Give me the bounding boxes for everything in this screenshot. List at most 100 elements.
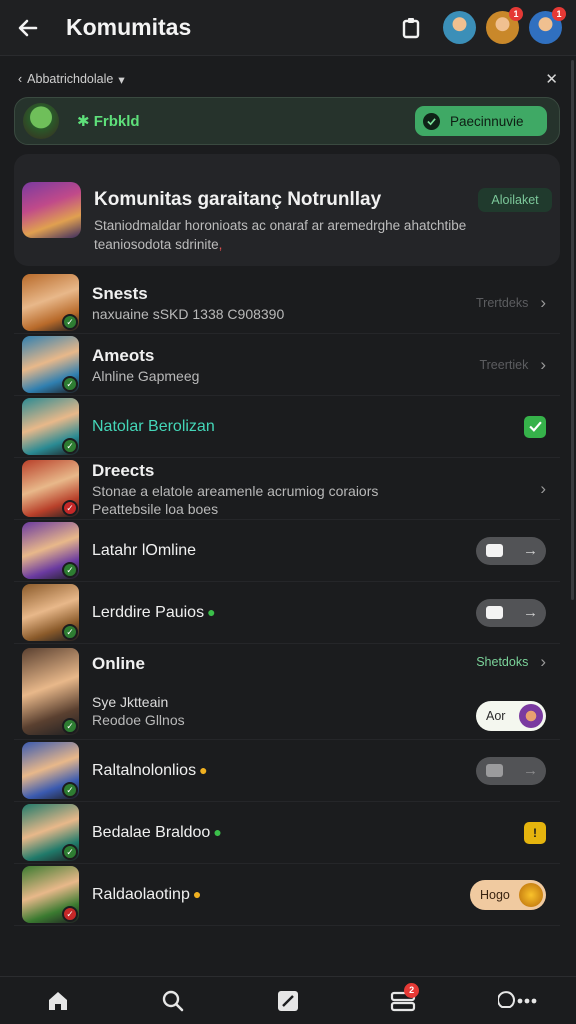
status-dot-icon: ✓ [62,906,78,922]
list-item[interactable]: ✓ Bedalae Braldoo ●! [14,802,560,864]
list-item-subtitle-2: Reodoe Gllnos [92,712,185,728]
list-item-text: Snests naxuaine sSKD 1338 C908390 [92,284,284,322]
checkbox[interactable] [524,415,546,438]
list-item[interactable]: ✓ Ameots Alnline Gapmeeg Treertiek › [14,334,560,396]
list-item-name: Raldaolaotinp ● [92,885,202,903]
nav-inbox[interactable]: 2 [379,979,427,1023]
top-actions: 1 1 [395,7,576,44]
list-item-name: Lerddire Pauios ● [92,603,216,621]
avatar-2[interactable]: 1 [486,7,523,44]
check-circle-icon [423,112,440,130]
nav-edit[interactable] [264,979,312,1023]
avatar: ✓ [22,866,79,923]
top-bar: Komumitas 1 1 [0,0,576,56]
status-dot-icon: ✓ [62,376,78,392]
filter-label: Abbatrichdolale [27,72,114,86]
avatar: ✓ [22,584,79,641]
avatar-1[interactable] [443,11,476,44]
chevron-right-icon[interactable]: › [540,479,546,499]
status-dot-icon: ✓ [62,844,78,860]
list-item[interactable]: ✓ Lerddire Pauios ● → [14,582,560,644]
toggle-switch[interactable]: → [476,756,546,785]
inbox-badge: 2 [404,982,420,998]
list-item-name: Raltalnolonlios ● [92,761,208,779]
list-item[interactable]: ✓ Dreects Stonae a elatole areamenle acrum… [14,458,560,520]
emoji-icon: ● [199,761,208,778]
chevron-right-icon[interactable]: › [540,293,546,313]
list-item-actions: › [540,479,546,499]
list-item-subtitle: naxuaine sSKD 1338 C908390 [92,305,285,322]
list-item-meta: Treertiek [479,357,529,372]
chevron-right-icon[interactable]: › [540,355,546,375]
reward-chip[interactable]: Hogo [470,879,546,910]
close-icon[interactable]: ✕ [545,70,558,88]
status-icon: ● [207,603,216,620]
nav-home[interactable] [34,979,82,1023]
list-item[interactable]: ✓ Online Sye Jktteain Reodoe Gllnos Shetdoks… [14,644,560,740]
list-item[interactable]: ✓ Raltalnolonlios ● → [14,740,560,802]
list-item-text: Raldaolaotinp ● [92,886,201,904]
user-chip-label: Aor [486,708,506,723]
coin-icon [519,882,543,907]
avatar-3[interactable]: 1 [529,7,566,44]
list-item-subtitle: Alnline Gapmeeg [92,367,200,384]
community-description-2: teaniosodota sdrinite, [94,237,223,252]
list-item[interactable]: ✓ Latahr lOmline → [14,520,560,582]
caret-down-icon: ▾ [118,72,125,87]
list-item-subtitle-2: Peattebsile loa boes [92,500,219,517]
edit-icon [277,990,298,1011]
list-item-text: Online Sye Jktteain Reodoe Gllnos [92,654,185,728]
clipboard-icon [402,17,420,38]
list-item-actions: Trertdeks › [476,293,546,313]
status-dot-icon: ✓ [62,624,78,640]
list-item[interactable]: ✓ Natolar Berolizan [14,396,560,458]
nav-more[interactable] [494,979,542,1023]
gamepad-icon [486,544,503,557]
clipboard-button[interactable] [395,12,427,44]
emoji-icon: ● [192,885,202,902]
list-item-text: Natolar Berolizan [92,418,215,436]
list-item-meta: Shetdoks [476,655,529,670]
chevron-right-icon[interactable]: › [540,652,546,672]
active-status-button[interactable]: Paecinnuvie [415,106,547,136]
status-dot-icon: ✓ [62,562,78,578]
list-item-name: Latahr lOmline [92,541,197,559]
list-item-name: Bedalae Braldoo ● [92,823,222,841]
community-description: Staniodmaldar horonioats ac onaraf ar ar… [94,218,467,233]
arrow-right-icon: → [523,762,538,779]
avatar: ✓ [22,522,79,579]
list-item-name: Online [92,654,145,673]
avatar [519,703,543,728]
notification-badge: 1 [509,7,523,21]
list-item-actions: ! [524,821,546,844]
status-dot-icon: ✓ [62,438,78,454]
more-icon [498,990,537,1008]
list-item-subtitle: Stonae a elatole areamenle acrumiog cora… [92,482,379,499]
gamepad-icon [486,606,503,619]
nav-search[interactable] [149,979,197,1023]
warning-icon[interactable]: ! [524,821,546,844]
scrollbar[interactable] [571,60,574,600]
list-item-actions: Treertiek › [479,355,546,375]
list-item-actions: Shetdoks › Aor [476,644,546,739]
list-item-actions: Hogo [470,879,546,910]
toggle-switch[interactable]: → [476,598,546,627]
active-label: ✱ Frbkld [77,113,140,130]
list-item-meta: Trertdeks [476,295,529,310]
toggle-switch[interactable]: → [476,536,546,565]
list-item-name: Dreects [92,460,155,480]
chevron-left-icon: ‹ [18,72,23,86]
community-list: ✓ Snests naxuaine sSKD 1338 C908390 Trertde… [14,272,560,926]
list-item-text: Lerddire Pauios ● [92,604,216,622]
user-chip[interactable]: Aor [476,700,546,731]
back-button[interactable] [0,0,56,56]
bottom-nav: 2 [0,976,576,1024]
community-info-card[interactable]: Komunitas garaitanç Notrunllay Aloilaket… [14,154,560,266]
filter-dropdown[interactable]: ‹ Abbatrichdolale ▾ [18,72,125,87]
avatar: ✓ [22,398,79,455]
list-item[interactable]: ✓ Snests naxuaine sSKD 1338 C908390 Trertde… [14,272,560,334]
active-card[interactable]: ✱ Frbkld Paecinnuvie [14,97,560,145]
list-item-text: Bedalae Braldoo ● [92,824,222,842]
list-item[interactable]: ✓ Raldaolaotinp ● Hogo [14,864,560,926]
gamepad-icon [486,764,503,777]
